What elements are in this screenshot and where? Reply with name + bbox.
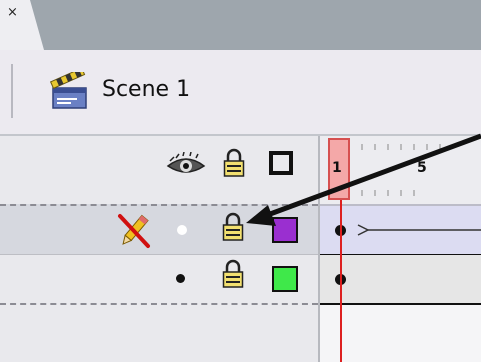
frame-label-current: 1 [332, 160, 342, 176]
document-tab[interactable]: × [0, 0, 44, 50]
lock-icon[interactable] [222, 212, 244, 242]
outline-color-swatch[interactable] [272, 217, 298, 243]
scene-name[interactable]: Scene 1 [102, 77, 190, 102]
outline-toggle-icon[interactable] [269, 151, 293, 175]
layers-header [0, 136, 318, 204]
layer-row[interactable] [0, 204, 318, 255]
lock-icon[interactable] [223, 148, 245, 178]
timeline-panel: 1 5 [320, 136, 481, 362]
timeline-row[interactable] [320, 255, 481, 305]
layer-row[interactable] [0, 255, 318, 305]
pencil-crossed-icon [118, 214, 150, 248]
lock-icon[interactable] [222, 259, 244, 289]
timeline-row[interactable] [320, 204, 481, 256]
eye-icon[interactable] [166, 152, 206, 178]
visibility-dot[interactable] [177, 225, 187, 235]
document-tab-bar: × [0, 0, 481, 50]
tab-close-icon[interactable]: × [7, 6, 18, 19]
tween-indicator [357, 224, 481, 236]
toolbar-separator [11, 64, 13, 118]
outline-color-swatch[interactable] [272, 266, 298, 292]
frame-ruler[interactable]: 1 5 [320, 136, 481, 204]
frame-label: 5 [417, 160, 427, 176]
layers-panel [0, 136, 320, 362]
scene-bar: Scene 1 [0, 50, 481, 136]
clapperboard-icon [50, 72, 87, 109]
playhead-line [340, 200, 342, 362]
visibility-dot[interactable] [176, 274, 185, 283]
